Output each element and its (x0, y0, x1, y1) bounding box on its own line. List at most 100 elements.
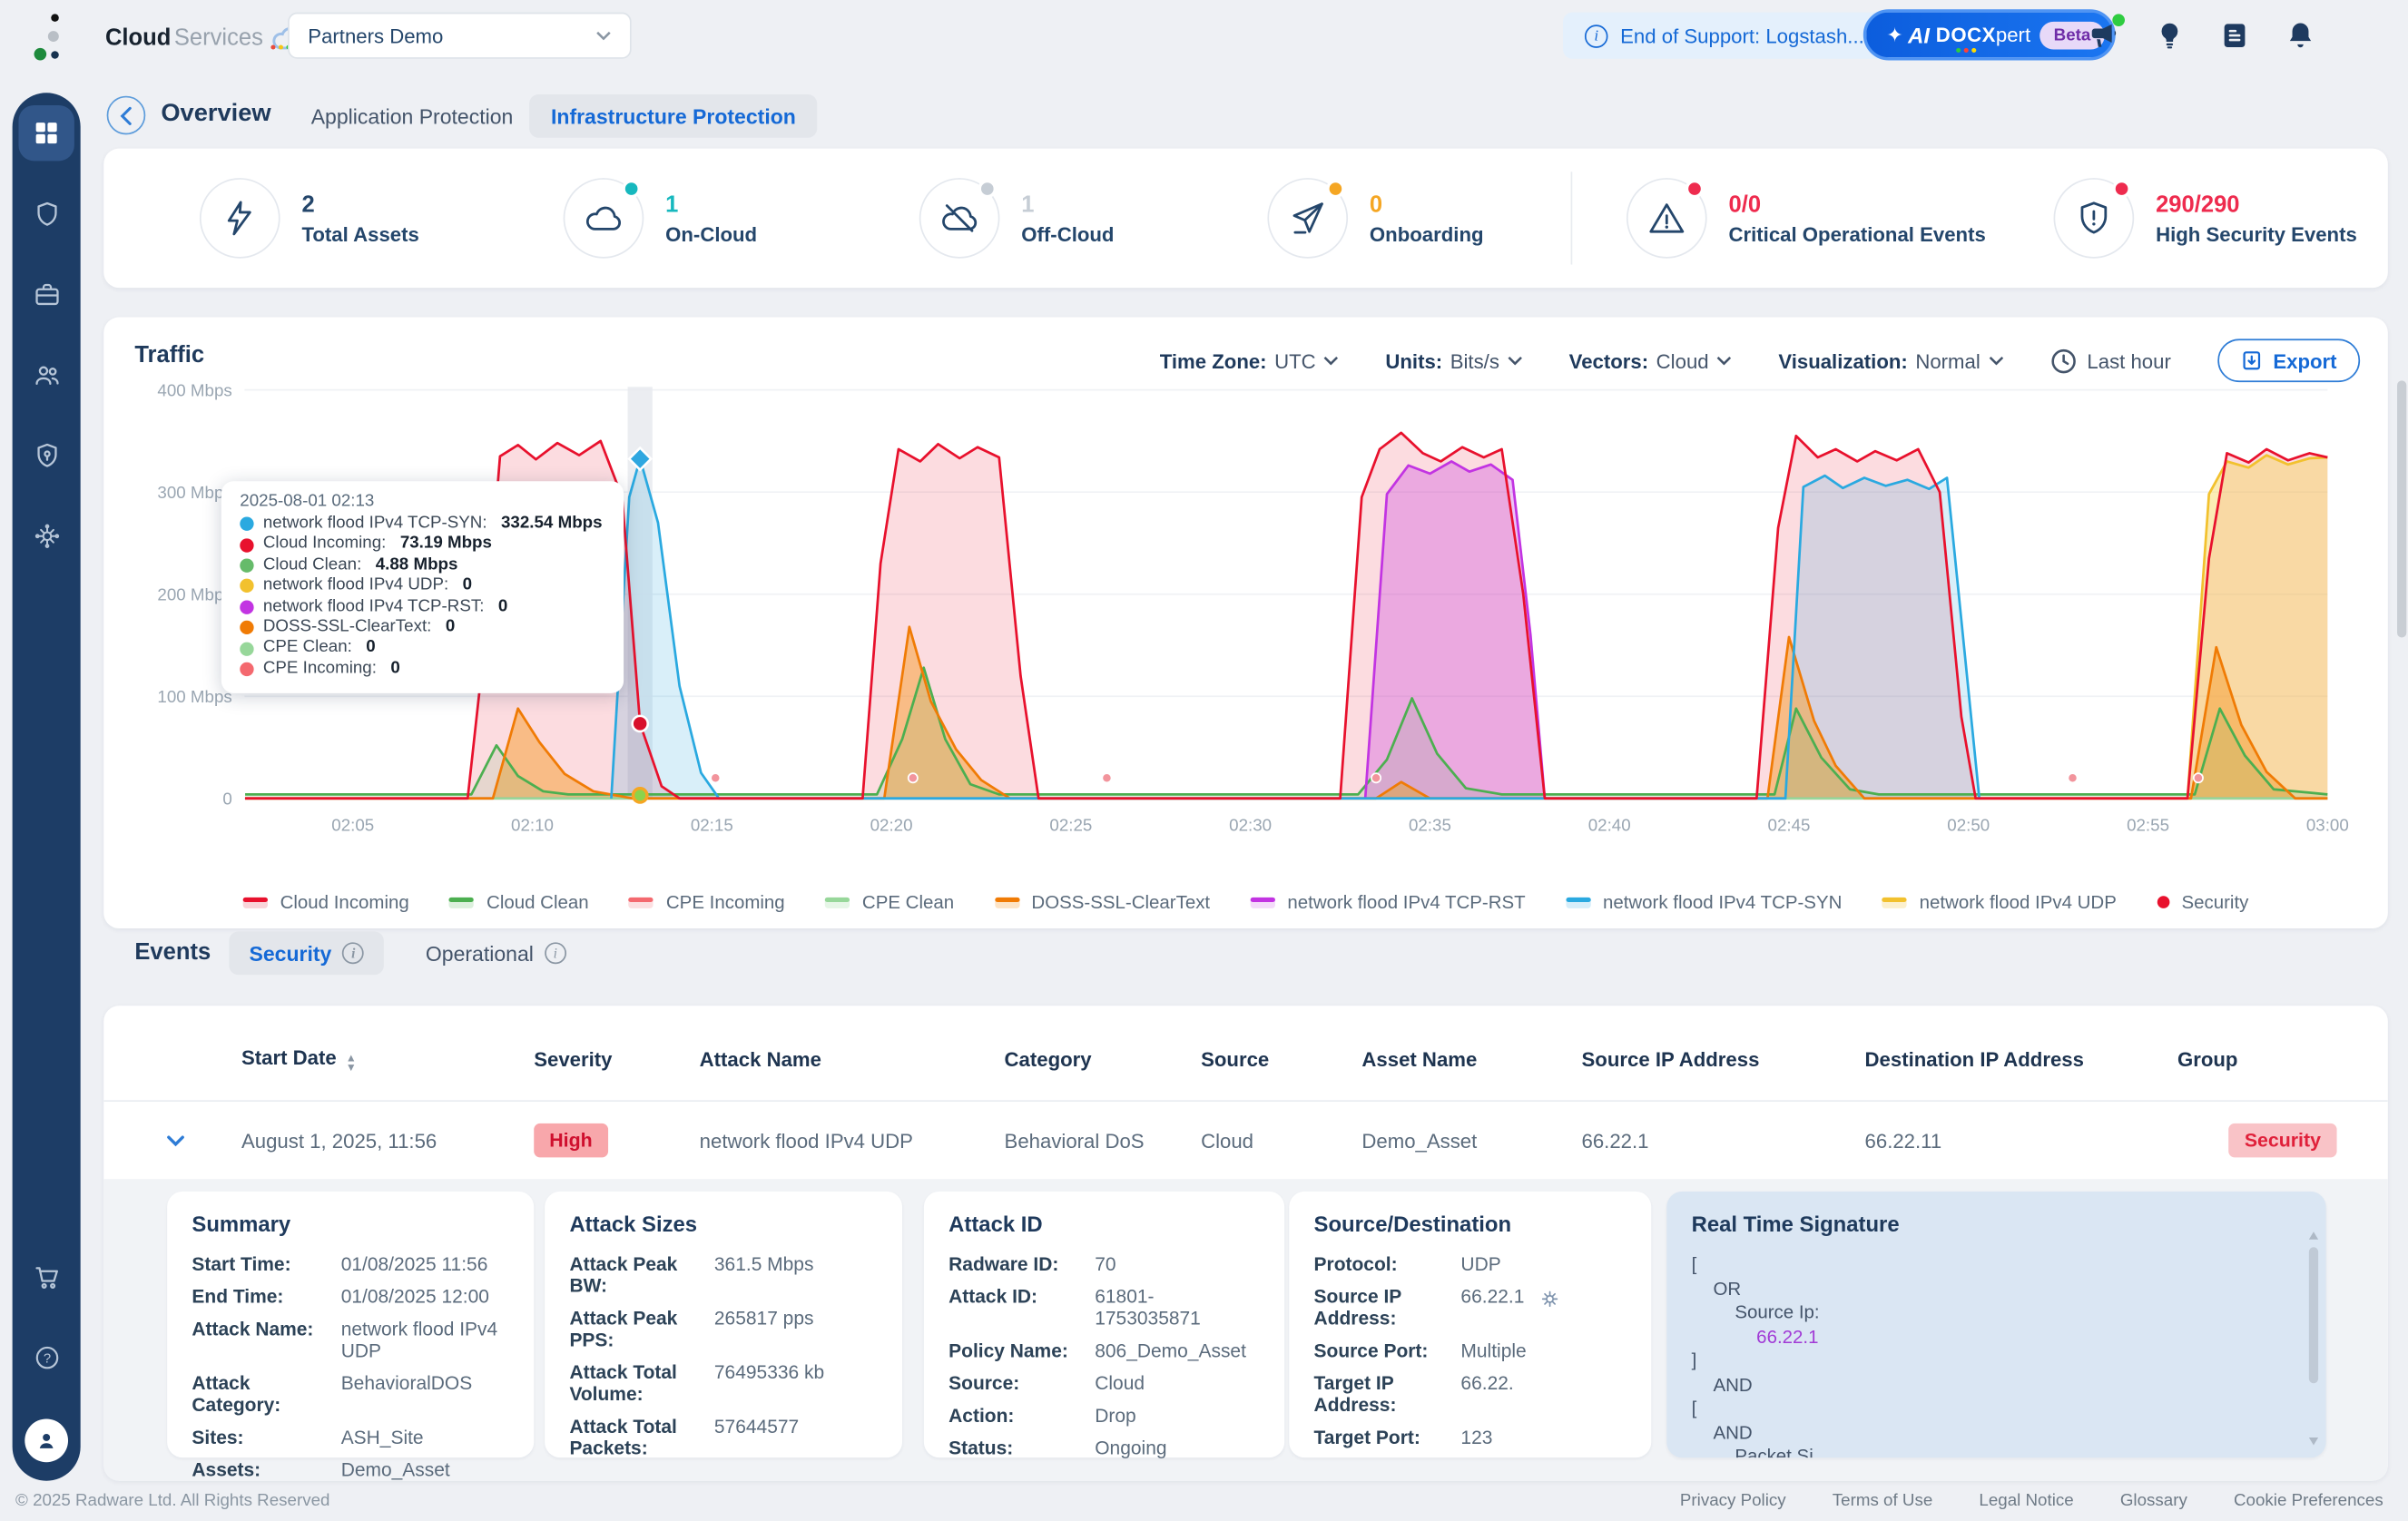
panel-title: Summary (192, 1212, 509, 1236)
notification-icon[interactable] (2281, 17, 2318, 54)
back-button[interactable] (107, 96, 146, 135)
sidebar-item-ai-network[interactable] (18, 507, 74, 563)
severity-badge: High (534, 1124, 607, 1158)
tab-security[interactable]: Security i (229, 931, 384, 975)
field-target-port-: Target Port:123 (1314, 1427, 1627, 1448)
column-header-severity[interactable]: Severity (534, 1047, 699, 1071)
column-header-category[interactable]: Category (1005, 1047, 1202, 1071)
stat-label: Onboarding (1370, 222, 1484, 246)
control-units-[interactable]: Units:Bits/s (1385, 348, 1522, 372)
scrollbar-thumb[interactable] (2397, 380, 2406, 637)
cloud-icon (564, 178, 644, 259)
sidebar-item-users[interactable] (18, 347, 74, 402)
end-of-support-notice[interactable]: i End of Support: Logstash... (1563, 13, 1886, 59)
page-scrollbar[interactable] (2395, 380, 2408, 637)
sidebar-item-protection[interactable] (18, 186, 74, 241)
ai-docxpert-button[interactable]: ✦ AI DOCX pert Beta (1863, 9, 2116, 60)
legend-network-flood-ipv4-tcp-rst[interactable]: network flood IPv4 TCP-RST (1250, 891, 1525, 913)
time-range-selector[interactable]: Last hour (2049, 348, 2170, 374)
account-selector[interactable]: Partners Demo (288, 13, 632, 59)
chart-legend: Cloud Incoming Cloud Clean CPE Incoming CPE… (103, 891, 2388, 913)
status-dot (2112, 180, 2130, 198)
status-dot (1686, 180, 1704, 198)
panel-scrollbar[interactable] (2309, 1247, 2318, 1383)
tab-operational[interactable]: Operational i (406, 931, 586, 975)
cell-source: Cloud (1201, 1129, 1361, 1153)
column-header-source[interactable]: Source (1201, 1047, 1361, 1071)
footer-link-cookie-preferences[interactable]: Cookie Preferences (2234, 1492, 2383, 1510)
stat-value: 1 (1021, 191, 1114, 218)
sidebar-item-portfolio[interactable] (18, 266, 74, 321)
field-sites-: Sites:ASH_Site (192, 1427, 509, 1448)
svg-text:02:30: 02:30 (1229, 816, 1272, 835)
field-attack-peak-bw-: Attack Peak BW:361.5 Mbps (569, 1253, 877, 1297)
sidebar: ? (13, 93, 81, 1480)
signature-line: Source Ip: (1692, 1301, 2302, 1325)
shield-lock-icon (32, 440, 61, 469)
tab-application-protection[interactable]: Application Protection (290, 94, 535, 138)
footer-link-glossary[interactable]: Glossary (2120, 1492, 2187, 1510)
column-header-destination-ip-address[interactable]: Destination IP Address (1865, 1047, 2177, 1071)
column-header-source-ip-address[interactable]: Source IP Address (1582, 1047, 1865, 1071)
panel-attack-sizes: Attack SizesAttack Peak BW:361.5 MbpsAtt… (545, 1192, 902, 1457)
group-badge: Security (2229, 1124, 2336, 1158)
stat-text: 1On-Cloud (665, 191, 757, 246)
svg-text:02:35: 02:35 (1409, 816, 1451, 835)
ai-analysis-icon[interactable] (1537, 1286, 1563, 1312)
announcement-icon[interactable] (2086, 17, 2123, 54)
sidebar-item-help[interactable]: ? (18, 1330, 74, 1385)
column-header-attack-name[interactable]: Attack Name (700, 1047, 1005, 1071)
legend-cloud-incoming[interactable]: Cloud Incoming (243, 891, 409, 913)
stat-label: Total Assets (301, 222, 418, 246)
sidebar-item-security-settings[interactable] (18, 427, 74, 483)
stat-off-cloud: 1Off-Cloud (919, 178, 1115, 259)
field-policy-name-: Policy Name:806_Demo_Asset (948, 1340, 1260, 1362)
signature-line: AND (1692, 1421, 2302, 1445)
legend-cpe-clean[interactable]: CPE Clean (825, 891, 954, 913)
chevron-left-icon (119, 106, 133, 124)
events-table-card: Start Date▲▼SeverityAttack NameCategoryS… (103, 1006, 2388, 1480)
table-row[interactable]: August 1, 2025, 11:56Highnetwork flood I… (103, 1102, 2388, 1179)
sparkle-icon: ✦ (1886, 23, 1903, 47)
signature-line: [ (1692, 1398, 2302, 1421)
export-button[interactable]: Export (2217, 339, 2360, 382)
legend-network-flood-ipv4-tcp-syn[interactable]: network flood IPv4 TCP-SYN (1566, 891, 1842, 913)
status-dot (622, 180, 640, 198)
legend-doss-ssl-cleartext[interactable]: DOSS-SSL-ClearText (994, 891, 1210, 913)
legend-security[interactable]: Security (2157, 891, 2248, 913)
column-header-start-date[interactable]: Start Date▲▼ (241, 1045, 534, 1074)
control-vectors-[interactable]: Vectors:Cloud (1569, 348, 1733, 372)
control-time-zone-[interactable]: Time Zone:UTC (1160, 348, 1339, 372)
panel-title: Attack ID (948, 1212, 1260, 1236)
sidebar-item-dashboard[interactable] (18, 105, 74, 161)
scroll-up-arrow[interactable] (2309, 1232, 2318, 1240)
idea-icon[interactable] (2151, 17, 2188, 54)
user-avatar[interactable] (25, 1418, 68, 1462)
scroll-down-arrow[interactable] (2309, 1438, 2318, 1446)
alert-icon (1627, 178, 1707, 259)
legend-cloud-clean[interactable]: Cloud Clean (449, 891, 589, 913)
field-attack-name-: Attack Name:network flood IPv4 UDP (192, 1319, 509, 1362)
legend-network-flood-ipv4-udp[interactable]: network flood IPv4 UDP (1882, 891, 2117, 913)
notice-text: End of Support: Logstash... (1620, 24, 1864, 47)
sidebar-item-marketplace[interactable] (18, 1249, 74, 1304)
column-header-asset-name[interactable]: Asset Name (1361, 1047, 1581, 1071)
field-attack-id-: Attack ID:61801-1753035871 (948, 1286, 1260, 1330)
footer-link-privacy-policy[interactable]: Privacy Policy (1680, 1492, 1786, 1510)
footer-link-terms-of-use[interactable]: Terms of Use (1833, 1492, 1932, 1510)
legend-cpe-incoming[interactable]: CPE Incoming (629, 891, 785, 913)
traffic-controls: Time Zone:UTC Units:Bits/s Vectors:Cloud Vi… (1160, 339, 2360, 382)
stat-label: Critical Operational Events (1728, 222, 1985, 246)
stat-value: 2 (301, 191, 418, 218)
table-header: Start Date▲▼SeverityAttack NameCategoryS… (103, 1006, 2388, 1102)
svg-text:02:15: 02:15 (691, 816, 733, 835)
row-expand-chevron[interactable] (165, 1133, 190, 1147)
footer-link-legal-notice[interactable]: Legal Notice (1979, 1492, 2073, 1510)
tab-infrastructure-protection[interactable]: Infrastructure Protection (529, 94, 818, 138)
feedback-icon[interactable] (2216, 17, 2254, 54)
panel-title: Source/Destination (1314, 1212, 1627, 1236)
users-icon (32, 359, 61, 388)
svg-text:02:05: 02:05 (331, 816, 374, 835)
column-header-group[interactable]: Group (2177, 1047, 2388, 1071)
control-visualization-[interactable]: Visualization:Normal (1778, 348, 2003, 372)
